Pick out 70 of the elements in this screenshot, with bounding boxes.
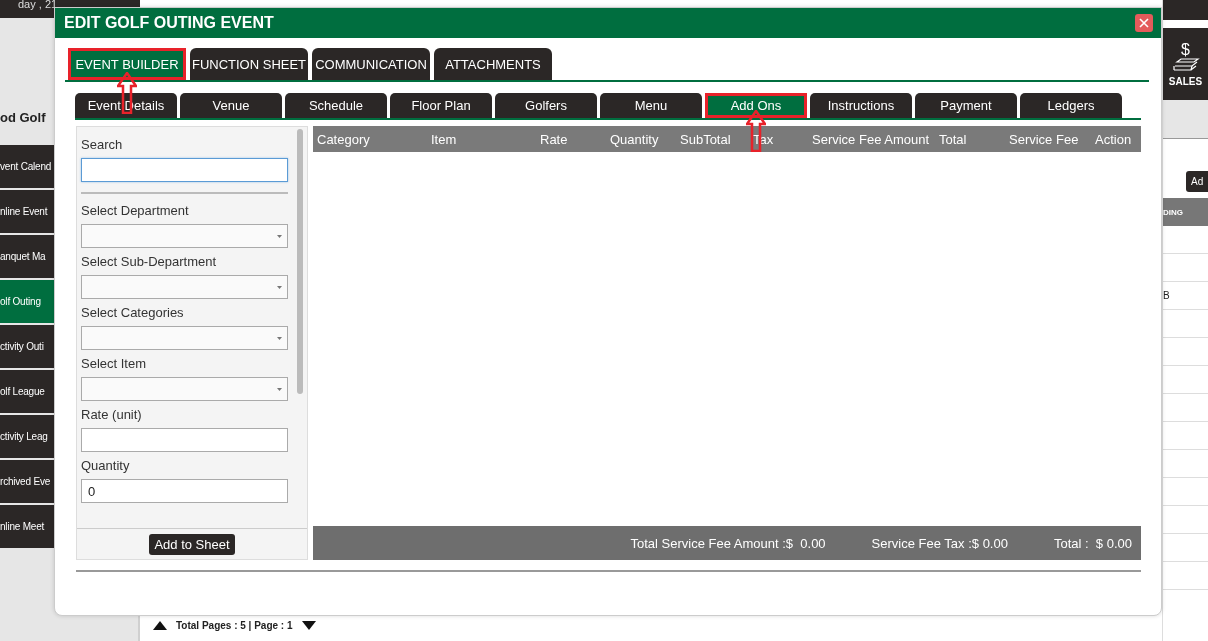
dropdown-field[interactable] xyxy=(81,224,288,248)
tab[interactable]: FUNCTION SHEET xyxy=(190,48,308,80)
tab[interactable]: Floor Plan xyxy=(390,93,492,118)
dialog-title: EDIT GOLF OUTING EVENT xyxy=(64,14,274,32)
sidebar-item[interactable]: ctivity Outi xyxy=(0,325,54,368)
sidebar-item[interactable]: olf League xyxy=(0,370,54,413)
total-text: Total : $ 0.00 xyxy=(1053,535,1132,551)
column-header[interactable]: Total xyxy=(939,131,1009,147)
dropdown-field[interactable] xyxy=(81,326,288,350)
tab[interactable]: COMMUNICATION xyxy=(312,48,430,80)
dropdown-field[interactable] xyxy=(81,275,288,299)
field-label: Search xyxy=(81,136,124,154)
header-bar xyxy=(1163,0,1208,20)
search-field[interactable] xyxy=(81,158,288,182)
tab[interactable]: Add Ons xyxy=(705,93,807,118)
caret-icon xyxy=(277,234,282,238)
column-header[interactable]: Quantity xyxy=(610,131,680,147)
scrollbar[interactable] xyxy=(297,129,303,394)
tab[interactable]: Ledgers xyxy=(1020,93,1122,118)
pagination-text: Total Pages : 5 | Page : 1 xyxy=(176,619,293,631)
sales-tile[interactable]: $ SALES xyxy=(1163,28,1208,100)
table-cell: B xyxy=(1163,290,1170,301)
field-label: Select Sub-Department xyxy=(81,253,218,271)
add-button[interactable]: Ad xyxy=(1186,171,1208,192)
sidebar-item[interactable]: anquet Ma xyxy=(0,235,54,278)
dropdown-field[interactable] xyxy=(81,377,288,401)
tab[interactable]: Menu xyxy=(600,93,702,118)
dollar-icon: $ xyxy=(1181,41,1190,58)
total-text: Service Fee Tax :$ 0.00 xyxy=(871,535,1008,551)
field-label: Quantity xyxy=(81,457,131,475)
sidebar-item[interactable]: ctivity Leag xyxy=(0,415,54,458)
money-stack-icon xyxy=(1171,57,1200,72)
tab[interactable]: Venue xyxy=(180,93,282,118)
column-header[interactable]: Action xyxy=(1095,131,1141,147)
input-field[interactable]: 0 xyxy=(81,479,288,503)
caret-icon xyxy=(277,387,282,391)
column-header[interactable]: Service Fee xyxy=(1009,131,1095,147)
total-text: Total Service Fee Amount :$ 0.00 xyxy=(630,535,826,551)
field-label: Rate (unit) xyxy=(81,406,143,424)
column-header[interactable]: Service Fee Amount xyxy=(812,131,939,147)
sidebar-item[interactable]: olf Outing xyxy=(0,280,54,323)
tab[interactable]: Payment xyxy=(915,93,1017,118)
caret-icon xyxy=(277,336,282,340)
tab[interactable]: EVENT BUILDER xyxy=(68,48,186,80)
column-header[interactable]: Category xyxy=(317,131,431,147)
sidebar-item[interactable]: rchived Eve xyxy=(0,460,54,503)
sidebar-item[interactable]: nline Meet xyxy=(0,505,54,548)
page-heading: od Golf xyxy=(0,110,47,127)
field-label: Select Item xyxy=(81,355,148,373)
tab[interactable]: Instructions xyxy=(810,93,912,118)
close-button[interactable] xyxy=(1135,14,1153,32)
tab[interactable]: ATTACHMENTS xyxy=(434,48,552,80)
sales-label: SALES xyxy=(1168,75,1203,87)
input-field[interactable] xyxy=(81,428,288,452)
add-to-sheet-button[interactable]: Add to Sheet xyxy=(149,533,235,555)
down-triangle-icon xyxy=(300,619,317,631)
table-header: DING xyxy=(1163,198,1208,226)
column-header[interactable]: Rate xyxy=(540,131,610,147)
caret-icon xyxy=(277,285,282,289)
date-text: day , 21 xyxy=(18,0,58,9)
field-label: Select Department xyxy=(81,202,190,220)
tab[interactable]: Schedule xyxy=(285,93,387,118)
column-header[interactable]: SubTotal xyxy=(680,131,753,147)
sidebar-item[interactable]: nline Event xyxy=(0,190,54,233)
up-triangle-icon xyxy=(152,619,168,631)
tab[interactable]: Golfers xyxy=(495,93,597,118)
column-header[interactable]: Item xyxy=(431,131,540,147)
field-label: Select Categories xyxy=(81,304,185,322)
sidebar-item[interactable]: vent Calend xyxy=(0,145,54,188)
close-icon xyxy=(1138,17,1150,29)
